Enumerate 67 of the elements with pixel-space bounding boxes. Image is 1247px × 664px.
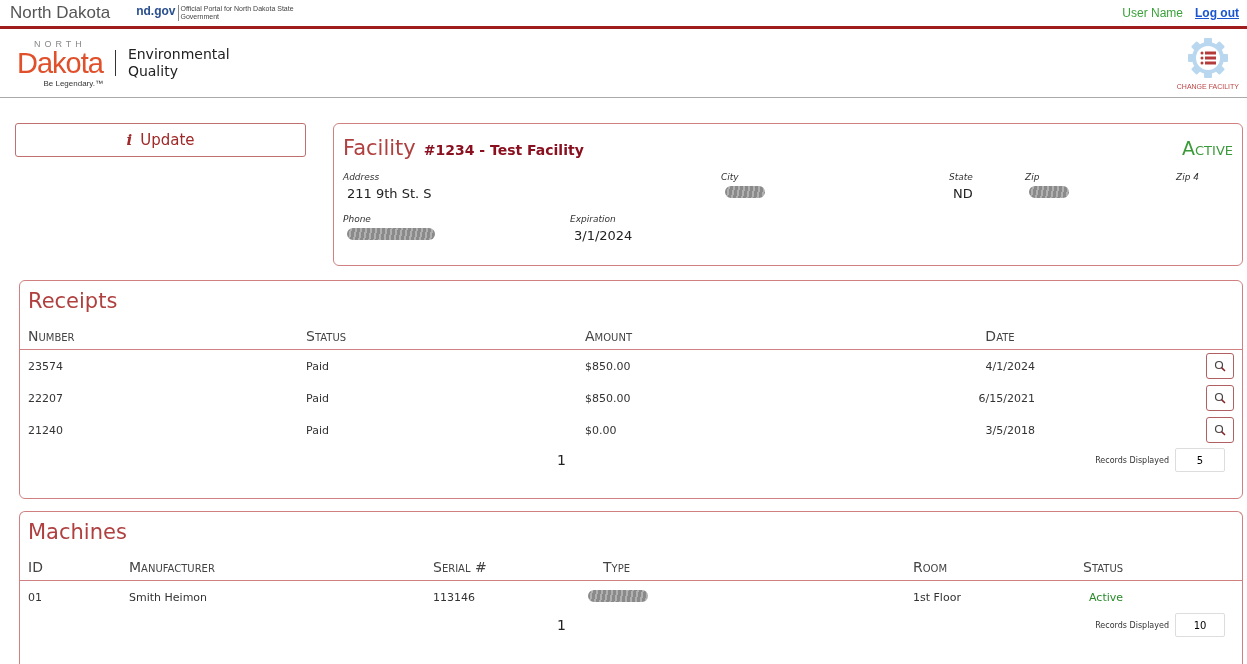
user-name: User Name [1122,6,1183,20]
department-name: Environmental Quality [127,46,231,80]
table-cell-text: 113146 [433,590,476,604]
table-cell-text: 4/1/2024 [984,359,1035,373]
page-number[interactable]: 1 [28,452,1096,468]
records-field[interactable]: 10 [1175,613,1225,637]
column-header: Serial # [433,559,488,575]
table-cell-text: $850.00 [585,391,632,405]
page-number[interactable]: 1 [28,617,1096,633]
section-title: Receipts [27,289,118,313]
search-icon [1214,360,1226,372]
status-label: Active [1182,137,1233,159]
field-label: Expiration [570,214,617,224]
column-header: Type [603,559,631,575]
table-cell-text: 23574 [28,359,64,373]
field-value: 3/1/2024 [573,228,634,243]
field-label: City [721,172,740,182]
records-label: Records Displayed [1095,620,1169,630]
records-field[interactable]: 5 [1175,448,1225,472]
records-label: Records Displayed [1095,455,1169,465]
status-label: Active [1088,590,1125,604]
table-cell-text: 6/15/2021 [977,391,1035,405]
table-cell-text: 01 [28,590,43,604]
table-cell-text: 22207 [28,391,64,405]
field-label: State [949,172,974,182]
field-label: Phone [343,214,372,224]
column-header: ID [28,559,44,575]
table-cell-text: 1st Floor [913,590,962,604]
gear-list-icon[interactable] [1186,36,1229,79]
redacted-mark [725,186,765,198]
search-icon [1214,392,1226,404]
logo-tagline: Be Legendary.™ [43,78,103,88]
search-icon [1214,424,1226,436]
column-header: Number [28,328,76,344]
column-header: Manufacturer [129,559,216,575]
table-cell-text: $0.00 [585,423,618,437]
column-header: Status [306,328,348,344]
logout-link[interactable]: Log out [1195,6,1239,20]
table-cell-text: 21240 [28,423,64,437]
redacted-mark [588,589,648,602]
logo-text: Dakota [17,48,103,77]
column-header: Room [913,559,949,575]
table-cell-text: 3/5/2018 [984,423,1035,437]
portal-link[interactable]: nd.gov [136,4,176,18]
table-cell-text: $850.00 [585,359,632,373]
facility-title: Facility [343,136,416,160]
field-label: Zip [1025,172,1041,182]
field-value: ND [952,186,974,201]
view-button[interactable] [1206,353,1234,379]
table-cell-text: Paid [306,391,330,405]
field-label: Address [343,172,381,182]
facility-name: #1234 - Test Facility [423,142,584,158]
view-button[interactable] [1206,385,1234,411]
logo-text: NORTH [34,38,86,49]
redacted-mark [1029,186,1069,198]
update-button[interactable]: i Update [15,123,306,157]
state-name: North Dakota [10,3,111,23]
view-button[interactable] [1206,417,1234,443]
field-label: Zip 4 [1176,172,1200,182]
section-title: Machines [27,520,127,544]
column-header: Date [984,328,1016,344]
column-header: Amount [585,328,633,344]
field-value: 211 9th St. S [346,186,433,201]
table-cell-text: Paid [306,359,330,373]
column-header: Status [1083,559,1125,575]
table-cell-text: Smith Heimon [129,590,209,604]
table-cell-text: Paid [306,423,330,437]
